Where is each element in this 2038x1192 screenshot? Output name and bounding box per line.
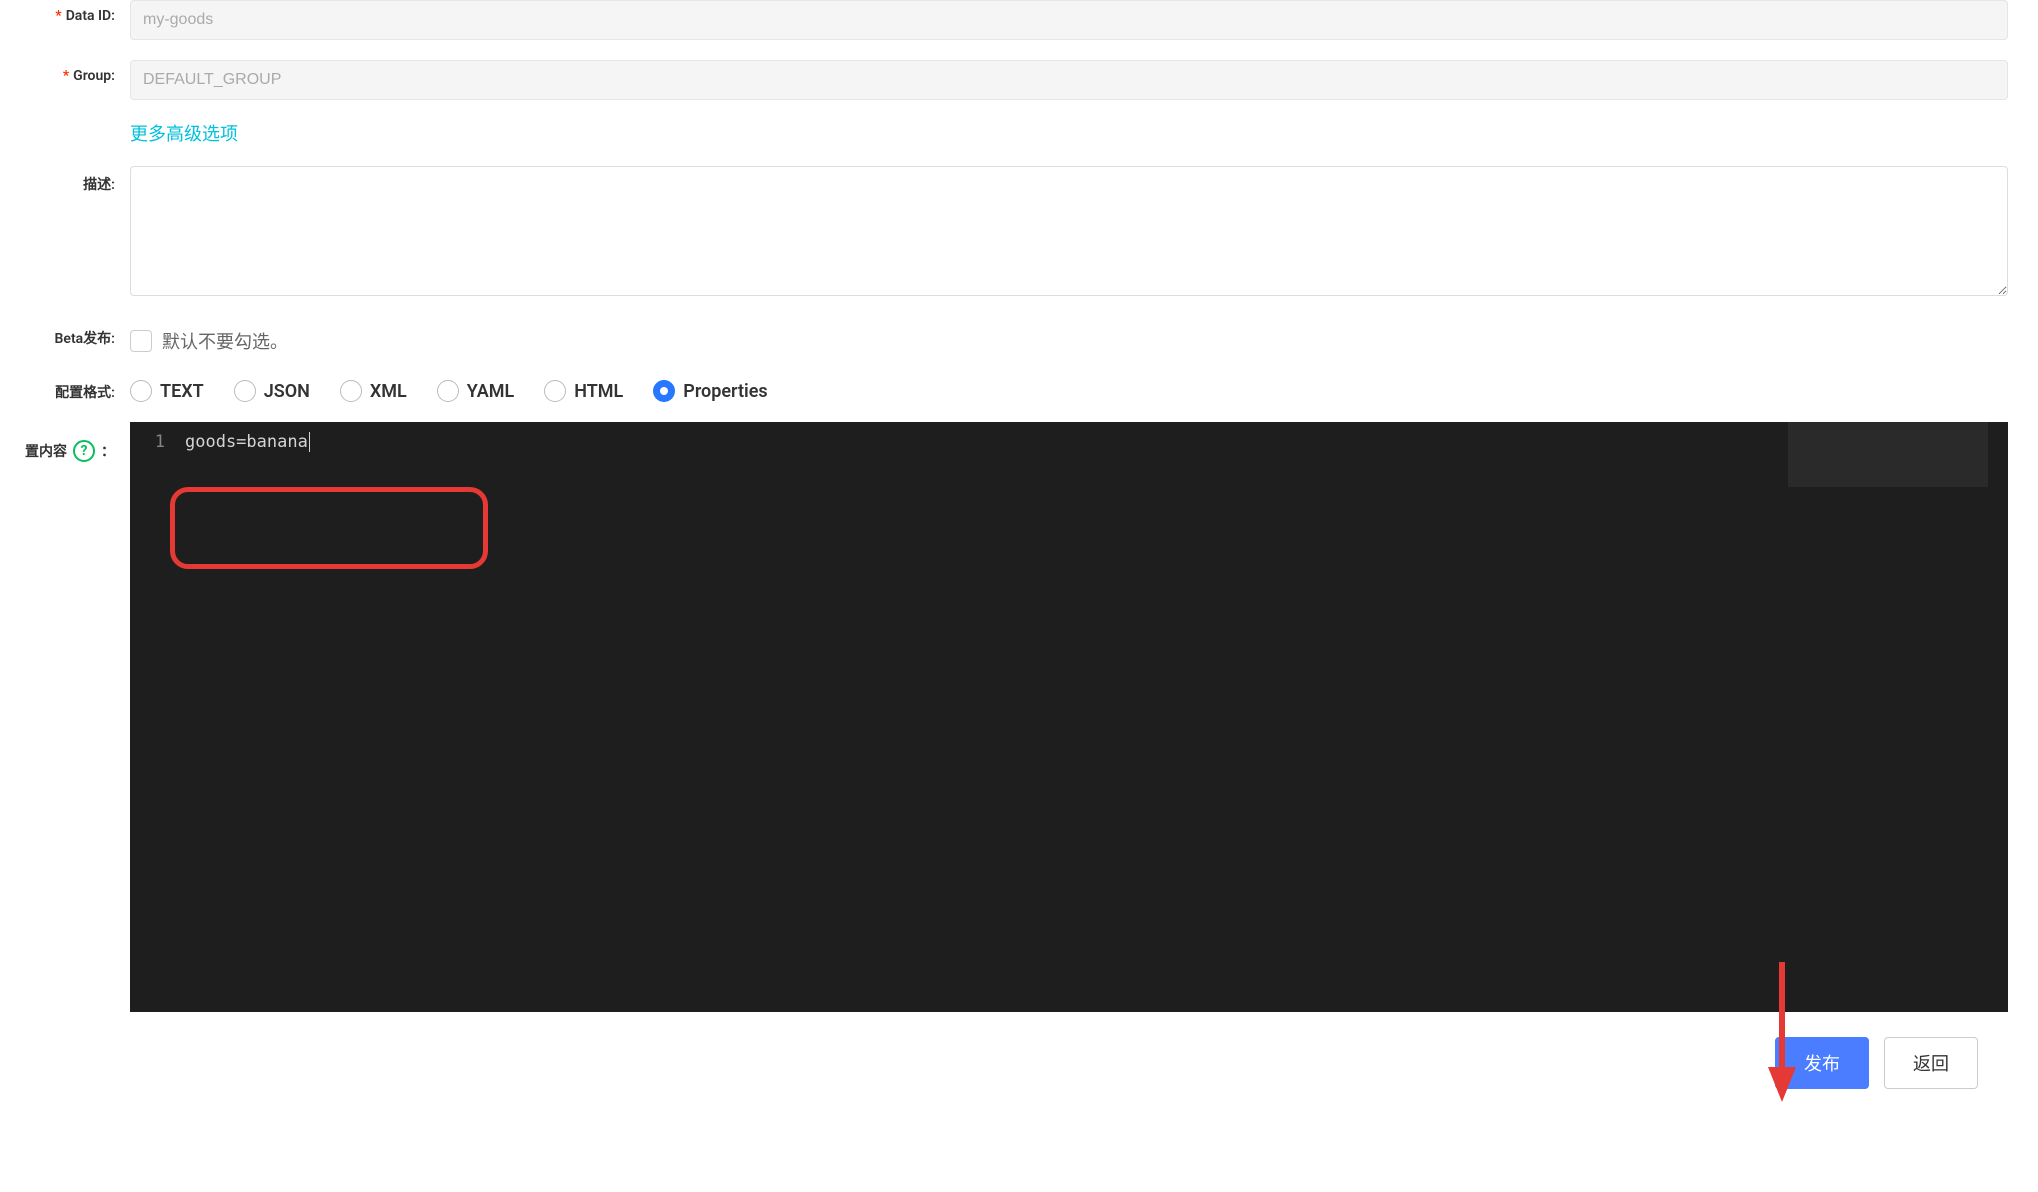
radio-circle	[437, 380, 459, 402]
back-button[interactable]: 返回	[1884, 1037, 1978, 1089]
radio-json[interactable]: JSON	[234, 380, 310, 402]
group-input[interactable]	[130, 60, 2008, 100]
radio-label: YAML	[467, 381, 514, 402]
radio-properties[interactable]: Properties	[653, 380, 767, 402]
beta-checkbox[interactable]	[130, 330, 152, 352]
content-label: 置内容 ? ：	[0, 422, 130, 462]
radio-yaml[interactable]: YAML	[437, 380, 514, 402]
radio-label: HTML	[574, 381, 623, 402]
data-id-label: *Data ID:	[0, 0, 130, 24]
advanced-options-link[interactable]: 更多高级选项	[130, 124, 238, 145]
required-asterisk: *	[55, 8, 61, 24]
radio-label: TEXT	[160, 381, 204, 402]
radio-label: JSON	[264, 381, 310, 402]
minimap[interactable]	[1788, 422, 1988, 487]
group-label: *Group:	[0, 60, 130, 84]
format-radio-group: TEXT JSON XML YAML HTML	[130, 374, 2008, 402]
radio-xml[interactable]: XML	[340, 380, 407, 402]
radio-label: Properties	[683, 381, 767, 402]
description-label: 描述:	[0, 166, 130, 194]
required-asterisk: *	[63, 68, 69, 84]
data-id-input[interactable]	[130, 0, 2008, 40]
code-editor[interactable]: 1 goods=banana	[130, 422, 2008, 1012]
help-icon[interactable]: ?	[73, 440, 95, 462]
cursor	[309, 432, 310, 452]
code-content: goods=banana	[185, 432, 310, 452]
format-label: 配置格式:	[0, 374, 130, 402]
publish-button[interactable]: 发布	[1775, 1037, 1869, 1089]
radio-circle-selected	[653, 380, 675, 402]
radio-label: XML	[370, 381, 407, 402]
beta-label: Beta发布:	[0, 320, 130, 348]
radio-text[interactable]: TEXT	[130, 380, 204, 402]
description-textarea[interactable]	[130, 166, 2008, 296]
radio-circle	[130, 380, 152, 402]
radio-html[interactable]: HTML	[544, 380, 623, 402]
radio-circle	[544, 380, 566, 402]
beta-checkbox-label: 默认不要勾选。	[162, 328, 288, 354]
radio-circle	[234, 380, 256, 402]
radio-circle	[340, 380, 362, 402]
line-number: 1	[130, 432, 185, 452]
